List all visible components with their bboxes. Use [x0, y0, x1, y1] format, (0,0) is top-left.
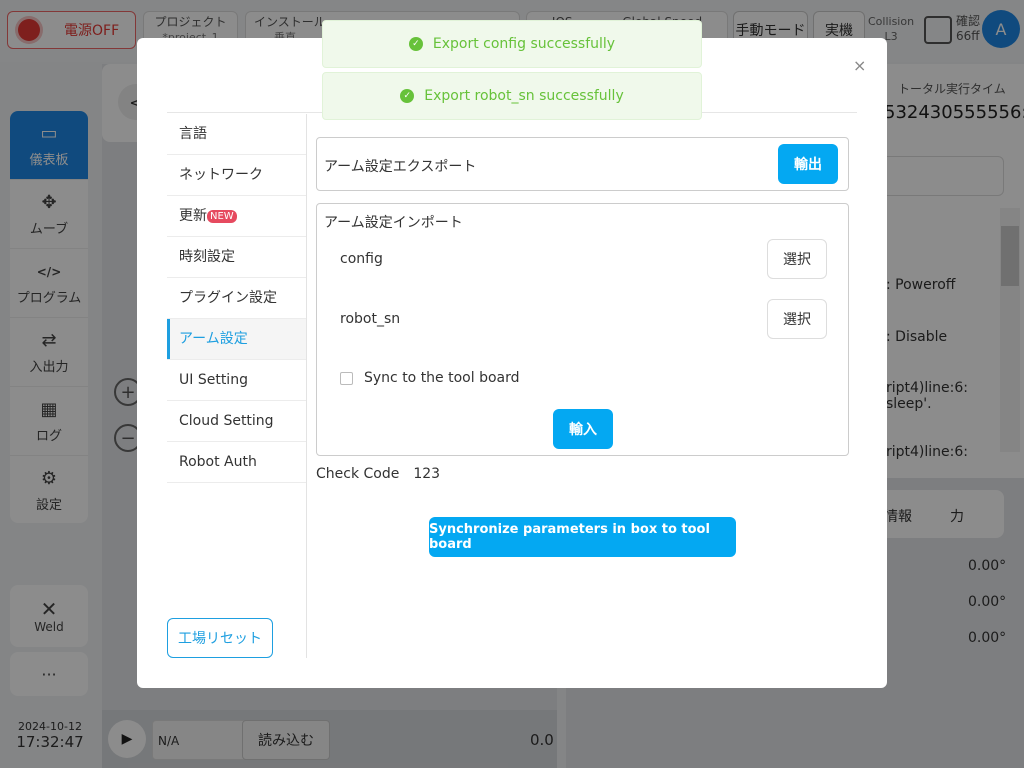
- new-badge: NEW: [207, 210, 237, 223]
- arm-export-section: アーム設定エクスポート 輸出: [316, 137, 849, 191]
- nav-item-network[interactable]: ネットワーク: [167, 155, 306, 196]
- check-circle-icon: ✓: [408, 37, 423, 51]
- sync-tool-board-label[interactable]: Sync to the tool board: [364, 370, 520, 386]
- nav-item-arm-settings[interactable]: アーム設定: [167, 319, 306, 360]
- nav-item-label: Robot Auth: [179, 454, 257, 470]
- check-code: Check Code 123: [316, 466, 440, 482]
- nav-item-label: アーム設定: [179, 331, 248, 347]
- check-code-value: 123: [413, 466, 441, 482]
- nav-item-label: 更新: [179, 208, 207, 224]
- nav-item-label: 時刻設定: [179, 249, 235, 265]
- nav-item-label: ネットワーク: [179, 167, 263, 183]
- factory-reset-button[interactable]: 工場リセット: [167, 618, 273, 658]
- check-code-label: Check Code: [316, 466, 400, 482]
- nav-item-robot-auth[interactable]: Robot Auth: [167, 442, 306, 483]
- import-button[interactable]: 輸入: [553, 409, 613, 449]
- config-file-label: config: [340, 251, 383, 267]
- robot-sn-file-label: robot_sn: [340, 311, 401, 327]
- nav-item-language[interactable]: 言語: [167, 114, 306, 155]
- nav-item-label: UI Setting: [179, 372, 248, 388]
- sync-tool-board-checkbox[interactable]: [340, 372, 353, 385]
- robot-sn-select-button[interactable]: 選択: [767, 299, 827, 339]
- nav-item-label: プラグイン設定: [179, 290, 277, 306]
- export-label: アーム設定エクスポート: [324, 159, 477, 175]
- nav-item-label: 言語: [179, 126, 207, 142]
- nav-item-ui-setting[interactable]: UI Setting: [167, 360, 306, 401]
- toast-message: Export robot_sn successfully: [424, 88, 624, 104]
- toast-message: Export config successfully: [432, 36, 616, 52]
- toast-export-config: ✓ Export config successfully: [322, 20, 702, 68]
- toast-export-robot-sn: ✓ Export robot_sn successfully: [322, 72, 702, 120]
- settings-nav: 言語 ネットワーク 更新 NEW 時刻設定 プラグイン設定 アーム設定 UI Se…: [167, 114, 307, 658]
- sync-parameters-button[interactable]: Synchronize parameters in box to tool bo…: [429, 517, 736, 557]
- arm-import-section: アーム設定インポート config 選択 robot_sn 選択 Sync to…: [316, 203, 849, 456]
- check-circle-icon: ✓: [400, 89, 415, 103]
- config-select-button[interactable]: 選択: [767, 239, 827, 279]
- export-button[interactable]: 輸出: [778, 144, 838, 184]
- close-icon[interactable]: ×: [853, 56, 866, 75]
- nav-item-time[interactable]: 時刻設定: [167, 237, 306, 278]
- import-label: アーム設定インポート: [324, 215, 463, 231]
- nav-item-plugin[interactable]: プラグイン設定: [167, 278, 306, 319]
- nav-item-update[interactable]: 更新 NEW: [167, 196, 306, 237]
- nav-item-label: Cloud Setting: [179, 413, 274, 429]
- nav-item-cloud-setting[interactable]: Cloud Setting: [167, 401, 306, 442]
- system-settings-dialog: システム設定 × 言語 ネットワーク 更新NEW 時刻設定 プラグイン設定 アー…: [137, 38, 887, 688]
